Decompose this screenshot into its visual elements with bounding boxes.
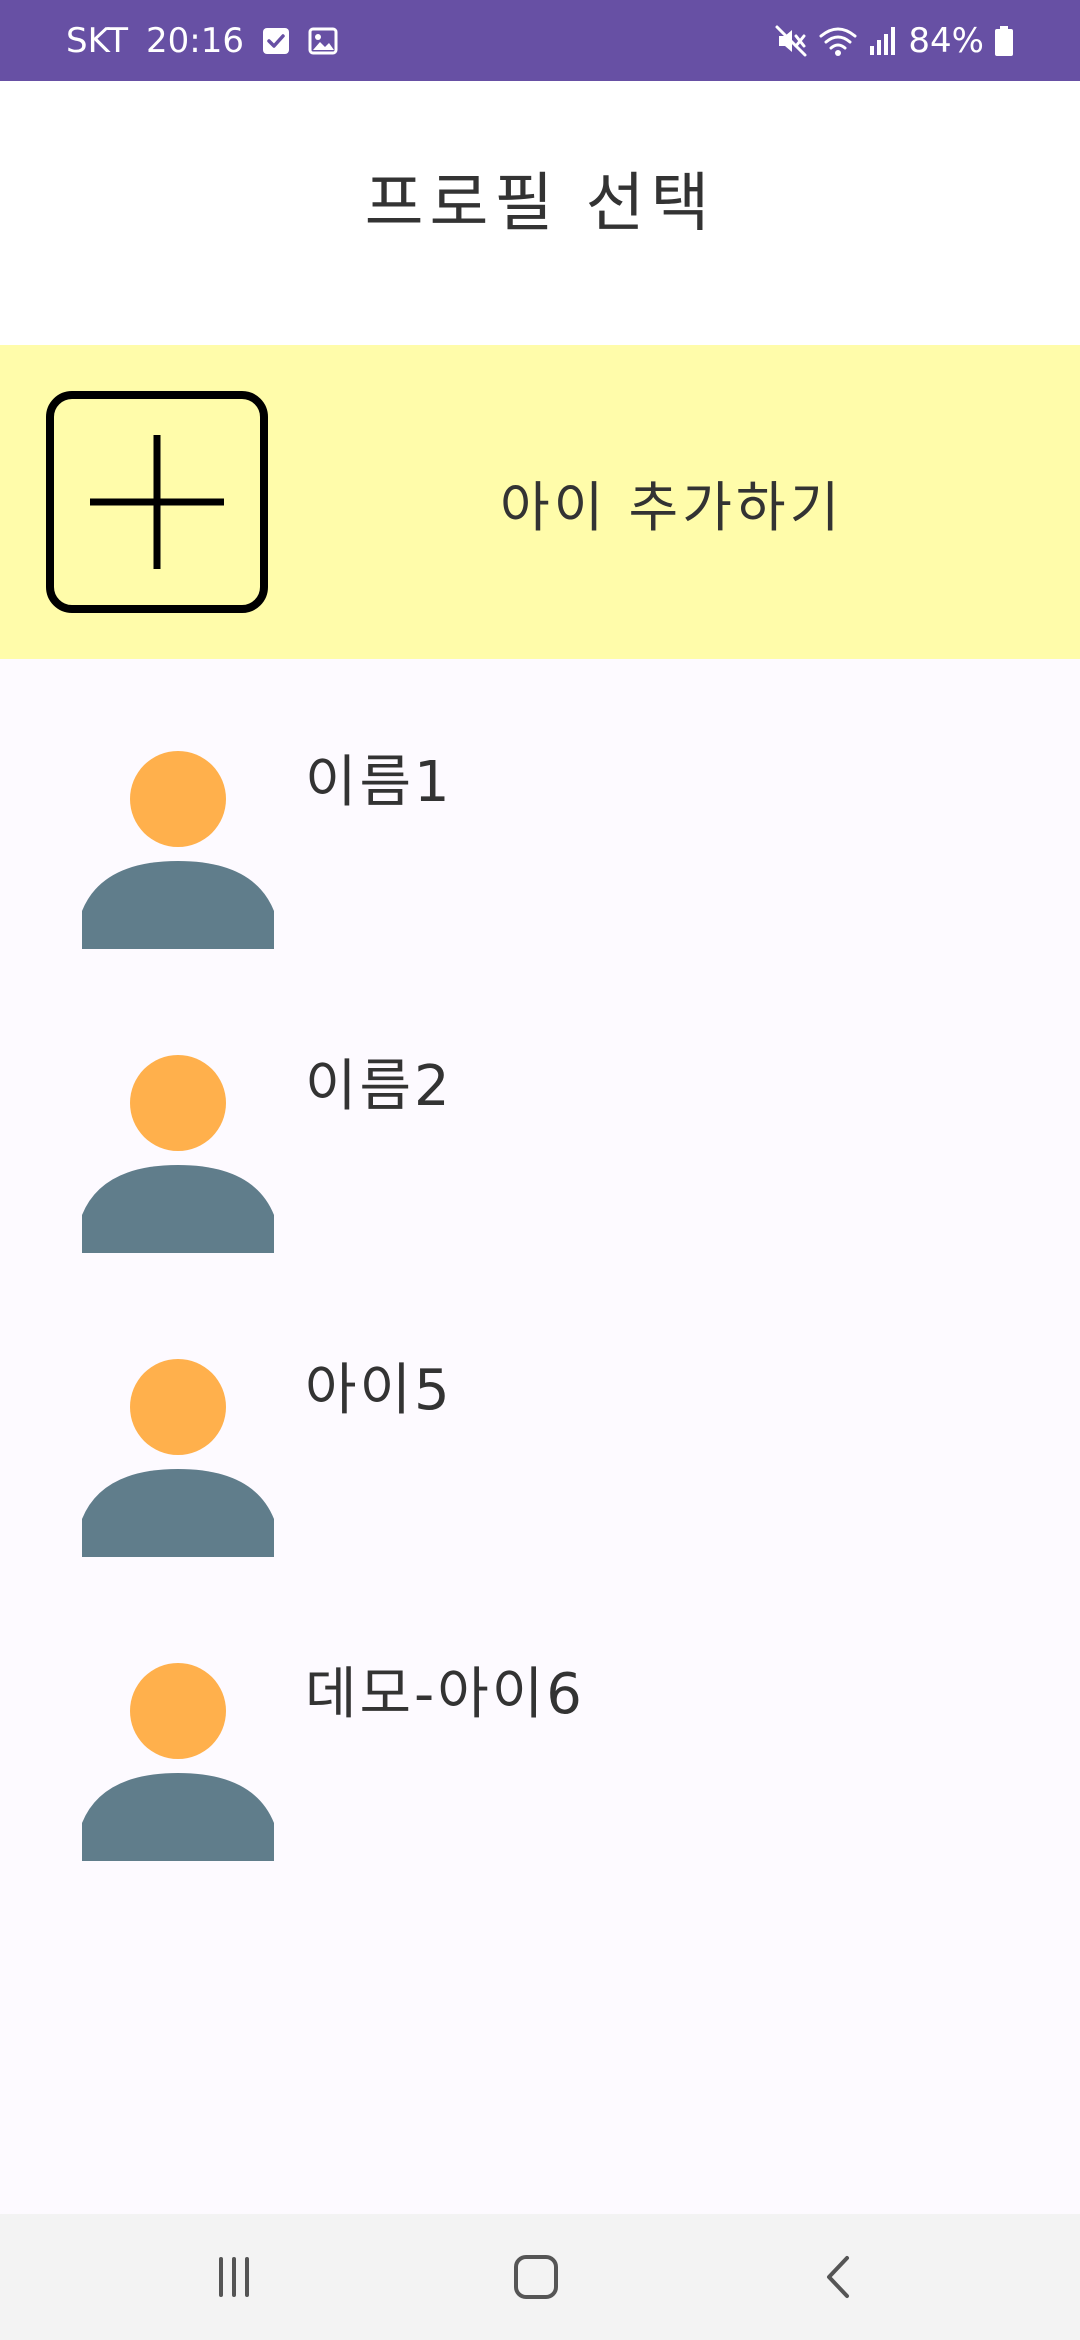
checkbox-notification-icon [262,27,290,55]
battery-icon [994,24,1014,58]
recent-apps-icon[interactable] [164,2214,304,2340]
profile-name: 이름2 [305,1054,453,1119]
navigation-bar [0,2214,1080,2340]
carrier-label: SKT [66,20,129,61]
person-avatar-icon [82,1055,274,1253]
profile-item[interactable]: 이름2 [0,963,1080,1267]
profile-item[interactable]: 아이5 [0,1267,1080,1571]
mute-icon [774,24,808,58]
person-avatar-icon [82,1359,274,1557]
title-bar: 프로필 선택 [0,81,1080,345]
profile-item[interactable]: 데모-아이6 [0,1571,1080,1875]
profile-name: 아이5 [305,1358,453,1423]
home-icon[interactable] [466,2214,606,2340]
status-bar: SKT 20:16 84% [0,0,1080,81]
wifi-icon [818,24,858,58]
person-avatar-icon [82,751,274,949]
clock: 20:16 [146,20,244,61]
person-avatar-icon [82,1663,274,1861]
page-title: 프로필 선택 [364,167,716,241]
profile-list: 이름1 이름2 아이5 데모-아이6 [0,659,1080,1875]
add-child-button[interactable]: 아이 추가하기 [0,345,1080,659]
add-child-label: 아이 추가하기 [500,475,844,539]
profile-select-screen: SKT 20:16 84% 프로필 선택 아이 추가하기 이름1 이름2 아이5… [0,0,1080,2340]
profile-name: 이름1 [305,750,453,815]
add-square-icon [46,391,268,613]
signal-icon [868,24,898,58]
profile-item[interactable]: 이름1 [0,659,1080,963]
gallery-notification-icon [308,27,338,55]
profile-name: 데모-아이6 [305,1662,585,1727]
back-icon[interactable] [768,2214,908,2340]
battery-percent: 84% [908,20,984,61]
